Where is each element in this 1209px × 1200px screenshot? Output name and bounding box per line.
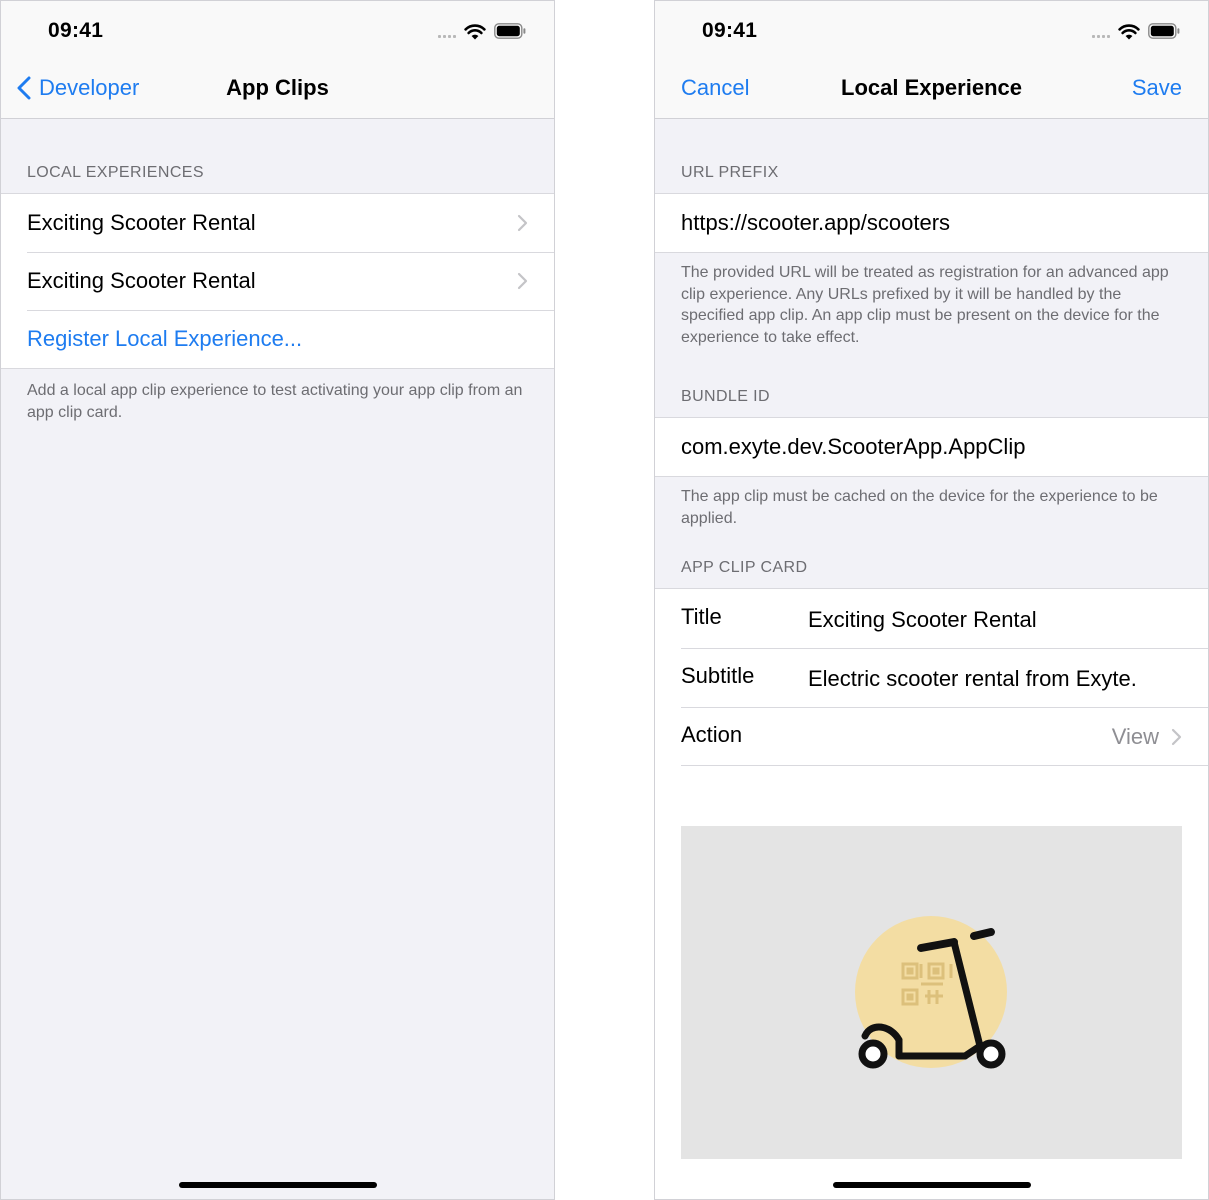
url-prefix-field[interactable]: https://scooter.app/scooters — [655, 194, 1208, 252]
list-item[interactable]: Exciting Scooter Rental — [1, 194, 554, 252]
status-time: 09:41 — [48, 19, 104, 42]
cellular-signal-icon — [1092, 24, 1110, 38]
status-time: 09:41 — [702, 19, 758, 42]
battery-icon — [1148, 23, 1180, 39]
card-preview-area — [655, 766, 1208, 1199]
navigation-bar: Developer App Clips — [1, 61, 554, 119]
card-action-picker[interactable]: View — [1112, 724, 1182, 750]
bundle-id-header: BUNDLE ID — [681, 388, 770, 405]
list-item-label: Exciting Scooter Rental — [27, 210, 256, 235]
url-prefix-header: URL PREFIX — [681, 164, 779, 181]
home-indicator[interactable] — [832, 1182, 1031, 1188]
save-button[interactable]: Save — [1132, 75, 1182, 101]
local-experiences-list: Exciting Scooter Rental Exciting Scooter… — [1, 193, 554, 369]
chevron-right-icon — [517, 214, 528, 232]
chevron-right-icon — [517, 272, 528, 290]
navigation-bar: Cancel Local Experience Save — [655, 61, 1208, 119]
scooter-illustration — [855, 916, 1007, 1069]
bundle-id-footer: The app clip must be cached on the devic… — [681, 488, 1158, 527]
local-experiences-footer: Add a local app clip experience to test … — [27, 382, 523, 421]
home-indicator[interactable] — [178, 1182, 377, 1188]
list-item[interactable]: Exciting Scooter Rental — [1, 252, 554, 310]
cellular-signal-icon — [438, 24, 456, 38]
card-action-key: Action — [681, 722, 743, 747]
url-prefix-footer: The provided URL will be treated as regi… — [681, 264, 1169, 346]
url-prefix-group: https://scooter.app/scooters — [655, 193, 1208, 253]
status-icons — [1092, 21, 1180, 41]
card-action-row[interactable]: Action View — [655, 707, 1208, 766]
bundle-id-group: com.exyte.dev.ScooterApp.AppClip — [655, 417, 1208, 477]
card-title-field[interactable]: Exciting Scooter Rental — [808, 607, 1037, 633]
register-local-experience-button[interactable]: Register Local Experience... — [1, 310, 554, 368]
wifi-icon — [464, 23, 486, 39]
page-title: App Clips — [226, 75, 329, 100]
page-title: Local Experience — [841, 75, 1022, 100]
list-item-label: Exciting Scooter Rental — [27, 268, 256, 293]
card-title-key: Title — [681, 604, 722, 629]
battery-icon — [494, 23, 526, 39]
card-subtitle-key: Subtitle — [681, 663, 755, 688]
chevron-right-icon — [1171, 728, 1182, 746]
status-icons — [438, 21, 526, 41]
app-clips-screen: 09:41 Developer App Clips LOCAL EXPERIEN… — [0, 0, 555, 1200]
card-title-row[interactable]: Title Exciting Scooter Rental — [655, 589, 1208, 648]
card-subtitle-row[interactable]: Subtitle Electric scooter rental from Ex… — [655, 648, 1208, 707]
local-experiences-header: LOCAL EXPERIENCES — [27, 164, 204, 181]
local-experience-screen: 09:41 Cancel Local Experience Save URL P… — [654, 0, 1209, 1200]
app-clip-card-group: Title Exciting Scooter Rental Subtitle E… — [655, 588, 1208, 766]
app-clip-card-header: APP CLIP CARD — [681, 559, 808, 576]
card-header-image[interactable] — [681, 826, 1182, 1159]
status-bar: 09:41 — [1, 1, 554, 61]
card-action-value: View — [1111, 724, 1159, 749]
bundle-id-field[interactable]: com.exyte.dev.ScooterApp.AppClip — [655, 418, 1208, 476]
wifi-icon — [1118, 23, 1140, 39]
card-subtitle-field[interactable]: Electric scooter rental from Exyte. — [808, 666, 1137, 692]
status-bar: 09:41 — [655, 1, 1208, 61]
